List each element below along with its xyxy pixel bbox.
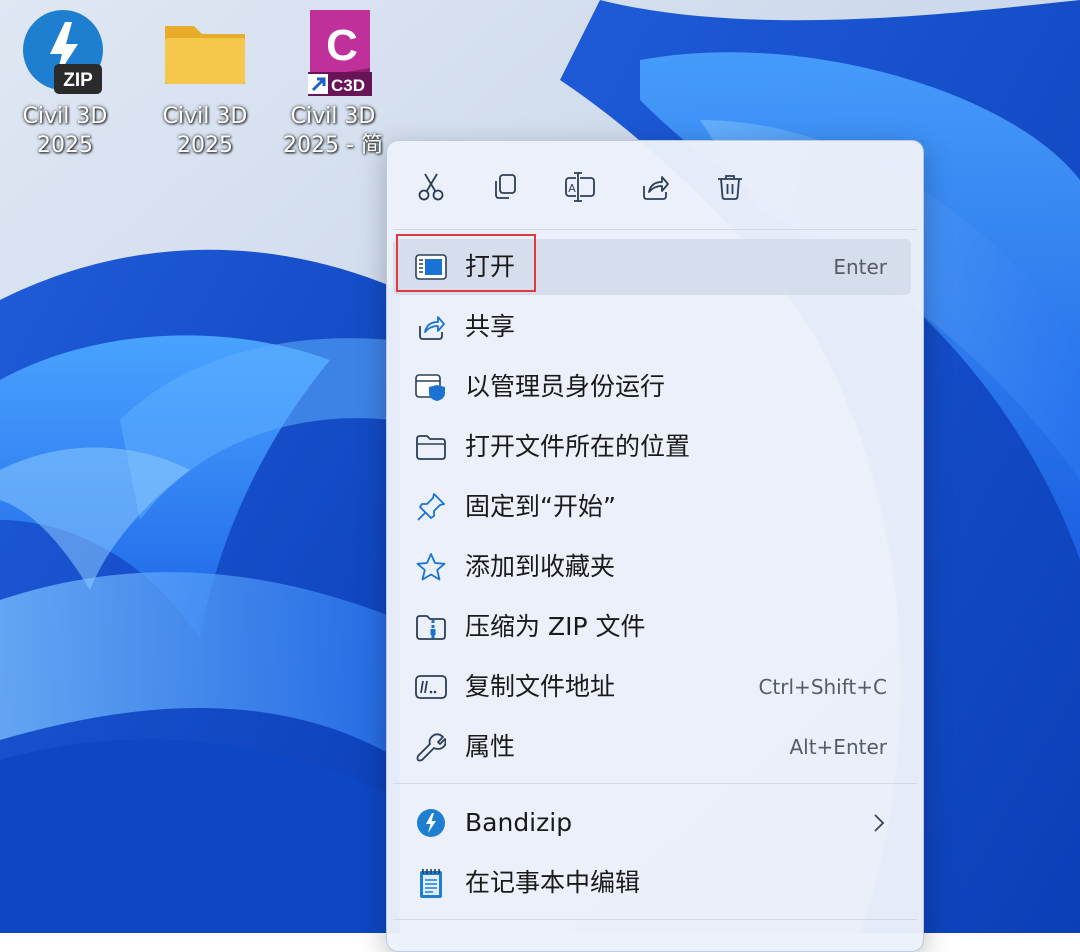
wrench-icon [415,731,447,763]
menu-item-label: 打开文件所在的位置 [465,432,691,461]
cut-icon [418,173,444,201]
bandizip-icon [415,807,447,839]
desktop-icon-label: Civil 3D 2025 [22,104,108,158]
menu-item-label: 在记事本中编辑 [465,868,641,897]
chevron-right-icon [874,814,885,832]
share-toolbar-button[interactable] [633,165,677,209]
context-menu-toolbar: A [387,141,923,231]
rename-button[interactable]: A [558,165,602,209]
menu-separator [393,919,917,920]
rename-icon: A [565,172,595,202]
menu-item-copy-path[interactable]: 复制文件地址 Ctrl+Shift+C [393,659,911,715]
share-icon [415,311,447,343]
desktop-icon-label: Civil 3D 2025 - 简 [283,104,383,158]
run-as-admin-icon [415,371,447,403]
zip-folder-icon [415,611,447,643]
desktop-icon-folder[interactable]: Civil 3D 2025 [140,8,270,160]
civil3d-letter: C [326,21,358,70]
menu-separator [393,229,917,230]
desktop-icon-zip[interactable]: ZIP Civil 3D 2025 [0,8,130,160]
menu-item-add-favorites[interactable]: 添加到收藏夹 [393,539,911,595]
delete-button[interactable] [708,165,752,209]
civil3d-badge-text: C3D [331,76,365,95]
star-icon [415,551,447,583]
menu-item-label: 压缩为 ZIP 文件 [465,612,646,641]
cut-button[interactable] [409,165,453,209]
menu-item-label: 添加到收藏夹 [465,552,616,581]
copy-icon [495,174,516,199]
copy-path-icon [415,671,447,703]
copy-button[interactable] [483,165,527,209]
folder-open-icon [415,431,447,463]
zip-badge-text: ZIP [63,70,93,91]
menu-item-open-location[interactable]: 打开文件所在的位置 [393,419,911,475]
menu-item-run-as-admin[interactable]: 以管理员身份运行 [393,359,911,415]
desktop-icon-label: Civil 3D 2025 [162,104,248,158]
menu-item-compress-zip[interactable]: 压缩为 ZIP 文件 [393,599,911,655]
menu-separator [393,783,917,784]
menu-item-shortcut: Alt+Enter [789,735,887,759]
menu-item-share[interactable]: 共享 [393,299,911,355]
menu-item-label: 以管理员身份运行 [465,372,666,401]
bandizip-zip-icon: ZIP [20,8,110,98]
menu-item-shortcut: Enter [833,255,887,279]
menu-item-label: 复制文件地址 [465,672,616,701]
menu-item-label: 属性 [465,732,516,761]
notepad-icon [415,867,447,899]
pin-icon [415,491,447,523]
menu-item-properties[interactable]: 属性 Alt+Enter [393,719,911,775]
menu-item-shortcut: Ctrl+Shift+C [758,675,887,699]
menu-item-edit-notepad[interactable]: 在记事本中编辑 [393,855,911,911]
menu-item-bandizip[interactable]: Bandizip [393,795,911,851]
desktop-icon-civil3d-shortcut[interactable]: C C3D Civil 3D 2025 - 简 [280,8,386,160]
civil3d-shortcut-icon: C C3D [288,8,378,98]
delete-icon [718,175,742,200]
menu-item-label: Bandizip [465,808,573,837]
svg-text:A: A [568,182,576,195]
share-icon [643,176,669,200]
highlight-annotation-box [396,234,536,292]
folder-icon [160,8,250,98]
menu-item-label: 固定到“开始” [465,492,616,521]
menu-item-label: 共享 [465,312,516,341]
menu-item-pin-to-start[interactable]: 固定到“开始” [393,479,911,535]
